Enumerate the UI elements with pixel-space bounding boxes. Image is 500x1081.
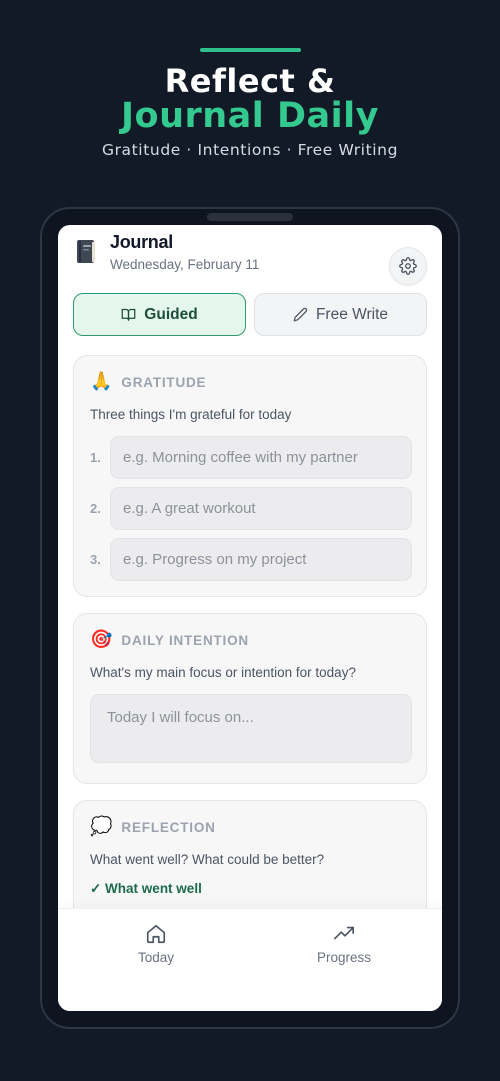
hero-accent-bar (200, 48, 301, 52)
gratitude-number: 3. (90, 552, 101, 567)
gratitude-number: 2. (90, 501, 101, 516)
hero-title-line2: Journal Daily (121, 96, 379, 136)
gratitude-title: GRATITUDE (121, 374, 207, 390)
tab-free-write-label: Free Write (315, 305, 389, 323)
page-title: Journal (110, 232, 173, 252)
gratitude-card: 🙏 GRATITUDE Three things I'm grateful fo… (73, 355, 427, 597)
app-screen: Journal Wednesday, February 11 Guided Fr… (58, 225, 442, 1011)
hero-subtitle: Gratitude · Intentions · Free Writing (101, 141, 399, 159)
journal-book-icon (77, 240, 95, 263)
intention-input[interactable]: Today I will focus on... (90, 694, 412, 763)
tab-guided[interactable]: Guided (73, 293, 246, 336)
tab-free-write[interactable]: Free Write (254, 293, 427, 336)
gratitude-input-1[interactable]: e.g. Morning coffee with my partner (110, 436, 412, 479)
bottom-tab-bar: Today Progress (58, 908, 442, 1011)
page-date: Wednesday, February 11 (110, 257, 260, 272)
nav-progress[interactable]: Progress (284, 923, 404, 965)
trending-up-icon (334, 926, 354, 940)
hero-title-line1: Reflect & (164, 62, 336, 100)
thought-bubble-icon: 💭 (90, 816, 113, 837)
gratitude-number: 1. (90, 450, 101, 465)
open-book-icon (121, 308, 136, 321)
went-well-label: ✓ What went well (90, 881, 202, 896)
phone-speaker (207, 213, 293, 221)
pencil-icon (293, 307, 308, 322)
intention-title: DAILY INTENTION (121, 632, 249, 648)
gratitude-prompt: Three things I'm grateful for today (90, 407, 292, 422)
gratitude-input-2[interactable]: e.g. A great workout (110, 487, 412, 530)
nav-today-label: Today (137, 950, 175, 965)
reflection-prompt: What went well? What could be better? (90, 852, 325, 867)
nav-progress-label: Progress (316, 950, 372, 965)
nav-today[interactable]: Today (96, 923, 216, 965)
home-icon (146, 924, 166, 944)
target-icon: 🎯 (90, 629, 113, 650)
tab-guided-label: Guided (144, 305, 198, 323)
reflection-title: REFLECTION (121, 819, 216, 835)
daily-intention-card: 🎯 DAILY INTENTION What's my main focus o… (73, 613, 427, 784)
intention-prompt: What's my main focus or intention for to… (90, 665, 356, 680)
gear-icon (399, 257, 417, 275)
gratitude-input-3[interactable]: e.g. Progress on my project (110, 538, 412, 581)
praying-hands-icon: 🙏 (90, 371, 113, 392)
settings-button[interactable] (389, 247, 427, 285)
